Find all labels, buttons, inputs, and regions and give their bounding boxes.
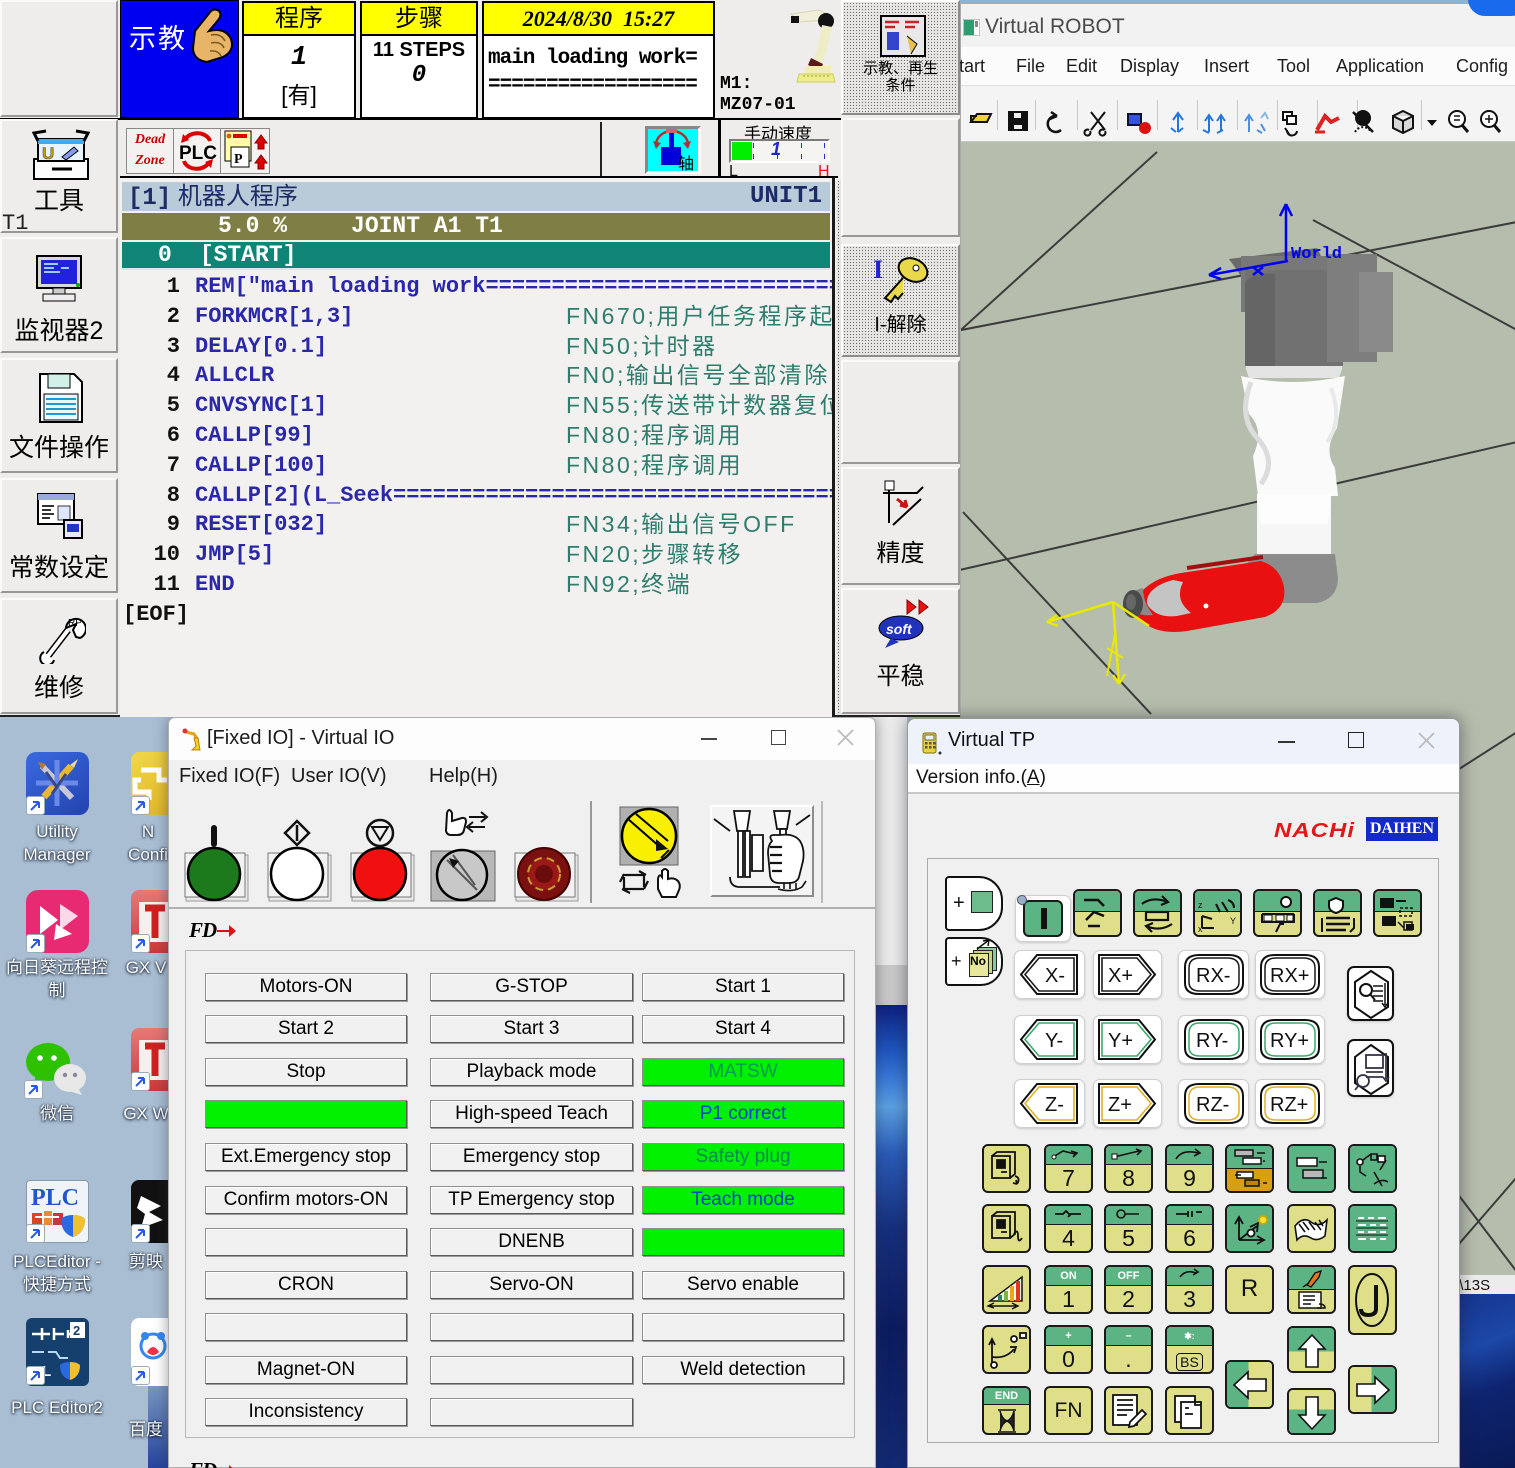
svg-text:Z+: Z+ — [1108, 1094, 1132, 1116]
svg-text:soft: soft — [886, 621, 913, 637]
svg-text:Y: Y — [1230, 916, 1236, 926]
svg-text:RY-: RY- — [1196, 1030, 1228, 1052]
svg-text:RY+: RY+ — [1270, 1030, 1309, 1052]
svg-text:U: U — [42, 144, 54, 163]
svg-text:P: P — [234, 152, 243, 167]
svg-text:I: I — [873, 255, 883, 284]
svg-text:x: x — [1198, 924, 1203, 934]
svg-text:X+: X+ — [1108, 965, 1133, 987]
svg-text:RX+: RX+ — [1270, 965, 1309, 987]
svg-text:RZ+: RZ+ — [1270, 1094, 1308, 1116]
svg-text:Y+: Y+ — [1108, 1030, 1133, 1052]
svg-text:轴: 轴 — [678, 155, 694, 171]
svg-text:2: 2 — [73, 1323, 80, 1338]
svg-text:RP: RP — [68, 618, 82, 629]
svg-text:PLC: PLC — [31, 1185, 79, 1211]
svg-text:Z-: Z- — [1045, 1094, 1064, 1116]
svg-text:Y-: Y- — [1045, 1030, 1063, 1052]
svg-text:PLC: PLC — [179, 143, 217, 164]
svg-text:X-: X- — [1045, 965, 1065, 987]
svg-text:World: World — [1291, 245, 1342, 264]
svg-text:RX-: RX- — [1196, 965, 1230, 987]
svg-text:RZ-: RZ- — [1196, 1094, 1229, 1116]
svg-text:z: z — [1198, 900, 1203, 910]
